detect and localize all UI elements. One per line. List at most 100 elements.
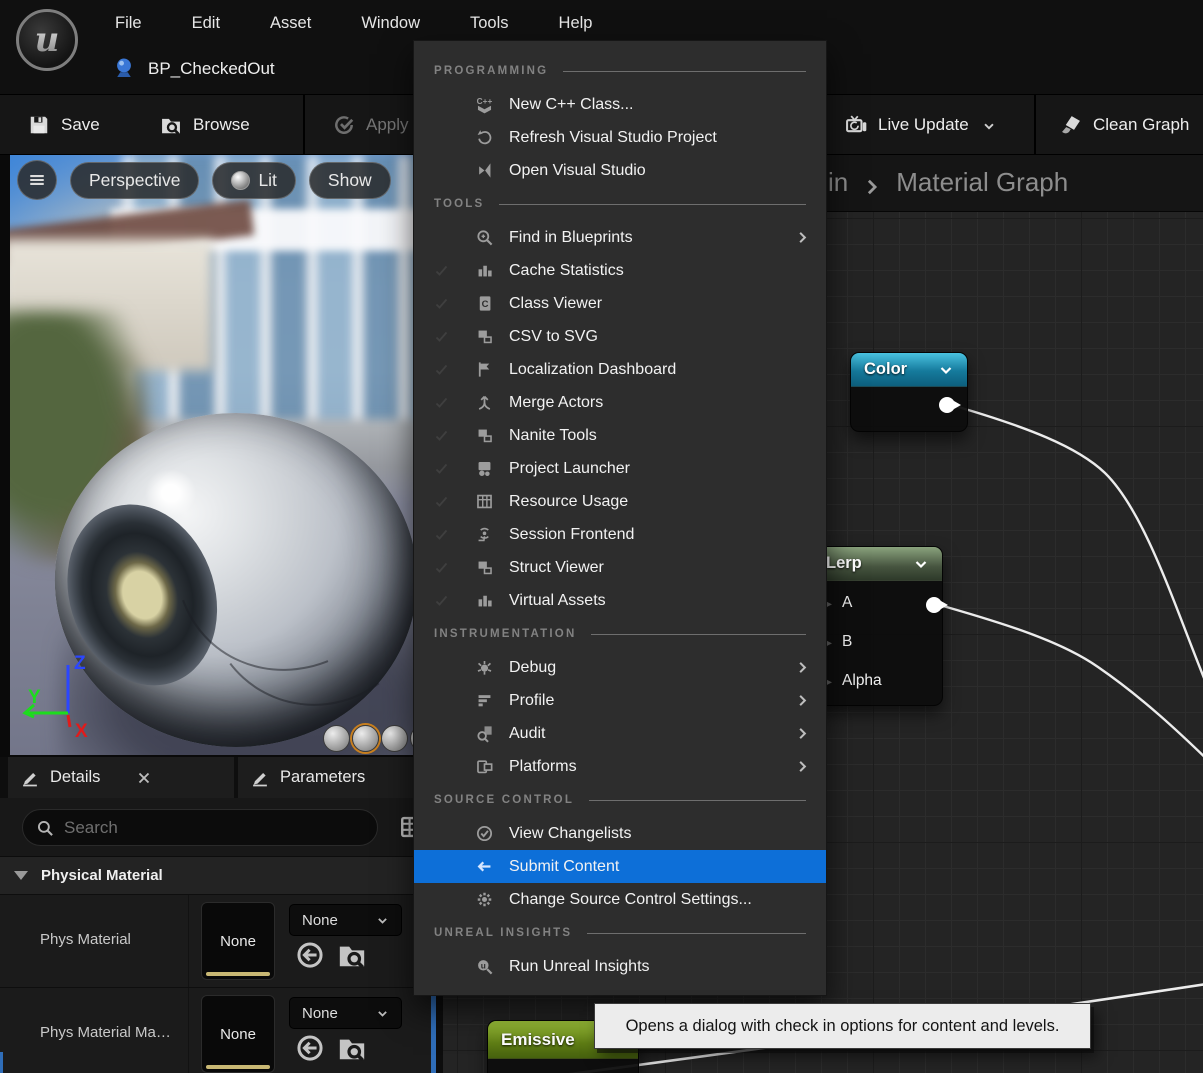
menu-item-platforms[interactable]: Platforms — [414, 750, 826, 783]
search-input[interactable]: Search — [22, 809, 378, 846]
tab-parameters[interactable]: Parameters — [238, 757, 431, 798]
clean-graph-button[interactable]: Clean Graph — [1060, 95, 1189, 155]
browse-button[interactable]: Browse — [160, 95, 250, 155]
close-icon[interactable] — [136, 770, 152, 786]
chevron-down-icon — [376, 1007, 389, 1020]
input-b-label: B — [842, 633, 853, 650]
chevron-down-icon — [376, 914, 389, 927]
lit-mode-button[interactable]: Lit — [212, 161, 296, 199]
menu-item-merge-actors[interactable]: Merge Actors — [414, 386, 826, 419]
apply-button[interactable]: Apply — [333, 95, 409, 155]
cpp-class-icon: C++ — [475, 95, 494, 114]
search-icon — [36, 819, 54, 837]
asset-dropdown[interactable]: None — [289, 997, 402, 1029]
menu-item-debug[interactable]: Debug — [414, 651, 826, 684]
menu-asset[interactable]: Asset — [245, 6, 336, 41]
menu-section-label: UNREAL INSIGHTS — [434, 927, 573, 939]
menu-item-submit-content[interactable]: Submit Content — [414, 850, 826, 883]
show-button[interactable]: Show — [308, 161, 391, 199]
menu-item-localization-dashboard[interactable]: Localization Dashboard — [414, 353, 826, 386]
menu-section-header: SOURCE CONTROL — [414, 783, 826, 817]
menu-item-open-visual-studio[interactable]: Open Visual Studio — [414, 154, 826, 187]
section-physical-material[interactable]: Physical Material — [0, 856, 431, 894]
asset-dropdown[interactable]: None — [289, 904, 402, 936]
menu-help[interactable]: Help — [534, 6, 618, 41]
menu-item-session-frontend[interactable]: Session Frontend — [414, 518, 826, 551]
viewport-panel: Perspective Lit Show Z Y X — [0, 155, 431, 757]
menu-item-class-viewer[interactable]: C Class Viewer — [414, 287, 826, 320]
breadcrumb-current[interactable]: Material Graph — [896, 167, 1068, 198]
save-button[interactable]: Save — [28, 95, 100, 155]
menu-item-label: CSV to SVG — [509, 327, 598, 345]
node-lerp-input-b[interactable]: ▸ B — [825, 629, 852, 655]
menu-item-label: Profile — [509, 691, 555, 709]
perspective-button[interactable]: Perspective — [70, 161, 200, 199]
menu-tools[interactable]: Tools — [445, 6, 534, 41]
menu-item-label: Project Launcher — [509, 459, 630, 477]
details-tab-bar: Details Parameters — [0, 757, 431, 798]
menu-item-struct-viewer[interactable]: Struct Viewer — [414, 551, 826, 584]
menu-item-label: Session Frontend — [509, 525, 635, 543]
menu-item-resource-usage[interactable]: Resource Usage — [414, 485, 826, 518]
menu-item-virtual-assets[interactable]: Virtual Assets — [414, 584, 826, 617]
asset-thumbnail[interactable]: None — [201, 902, 275, 980]
menu-item-refresh-visual-studio-project[interactable]: Refresh Visual Studio Project — [414, 121, 826, 154]
property-row-phys-material-ma: Phys Material Ma… None None — [0, 987, 431, 1073]
browse-icon — [160, 114, 182, 136]
live-update-icon — [845, 114, 867, 136]
use-selected-icon[interactable] — [295, 1033, 325, 1063]
preview-shape-cylinder-button[interactable] — [323, 725, 350, 752]
node-lerp-input-alpha[interactable]: ▸ Alpha — [825, 668, 882, 694]
menu-window[interactable]: Window — [336, 6, 445, 41]
node-lerp-header[interactable]: Lerp — [813, 547, 942, 581]
menu-item-label: Submit Content — [509, 857, 620, 875]
menu-item-run-unreal-insights[interactable]: u Run Unreal Insights — [414, 950, 826, 983]
svg-text:C: C — [482, 299, 489, 310]
menu-item-view-changelists[interactable]: View Changelists — [414, 817, 826, 850]
menu-edit[interactable]: Edit — [167, 6, 245, 41]
live-update-label: Live Update — [878, 115, 969, 134]
viewport-menu-button[interactable] — [17, 160, 57, 200]
browse-to-asset-icon[interactable] — [337, 940, 367, 970]
node-color-header[interactable]: Color — [851, 353, 967, 387]
menu-item-label: Audit — [509, 724, 546, 742]
svg-text:C++: C++ — [477, 96, 493, 106]
live-update-button[interactable]: Live Update — [845, 95, 996, 155]
chevron-right-icon — [795, 693, 810, 708]
menu-item-find-in-blueprints[interactable]: Find in Blueprints — [414, 221, 826, 254]
node-color[interactable]: Color — [850, 352, 968, 432]
menu-item-new-c-class[interactable]: C++ New C++ Class... — [414, 88, 826, 121]
menu-section-header: PROGRAMMING — [414, 54, 826, 88]
tab-details[interactable]: Details — [8, 757, 234, 798]
check-icon — [431, 428, 452, 444]
preview-shape-sphere-button[interactable] — [352, 725, 379, 752]
parameters-tab-label: Parameters — [280, 768, 366, 786]
menu-item-cache-statistics[interactable]: Cache Statistics — [414, 254, 826, 287]
column-divider — [188, 895, 189, 987]
menu-item-project-launcher[interactable]: Project Launcher — [414, 452, 826, 485]
menu-section-header: INSTRUMENTATION — [414, 617, 826, 651]
menu-item-audit[interactable]: Audit — [414, 717, 826, 750]
graph-focus-edge — [431, 995, 436, 1073]
audit-icon — [475, 724, 494, 743]
collapse-triangle-icon — [14, 871, 28, 880]
use-selected-icon[interactable] — [295, 940, 325, 970]
node-lerp[interactable]: Lerp ▸ A ▸ B ▸ Alpha — [812, 546, 948, 706]
3d-viewport[interactable]: Perspective Lit Show Z Y X — [10, 155, 415, 755]
preview-shape-plane-button[interactable] — [381, 725, 408, 752]
node-lerp-output-pin[interactable] — [926, 597, 948, 613]
breadcrumb-trail[interactable]: in — [828, 167, 848, 198]
asset-thumbnail[interactable]: None — [201, 995, 275, 1073]
node-color-output-pin[interactable] — [939, 397, 961, 413]
browse-to-asset-icon[interactable] — [337, 1033, 367, 1063]
profile-bars-icon — [475, 691, 494, 710]
bars-icon — [475, 591, 494, 610]
bars-icon — [475, 261, 494, 280]
node-lerp-input-a[interactable]: ▸ A — [825, 590, 852, 616]
menu-item-nanite-tools[interactable]: Nanite Tools — [414, 419, 826, 452]
menu-item-change-source-control-settings[interactable]: Change Source Control Settings... — [414, 883, 826, 916]
main-menu-bar: File Edit Asset Window Tools Help — [90, 6, 617, 41]
menu-file[interactable]: File — [90, 6, 167, 41]
menu-item-csv-to-svg[interactable]: CSV to SVG — [414, 320, 826, 353]
menu-item-profile[interactable]: Profile — [414, 684, 826, 717]
